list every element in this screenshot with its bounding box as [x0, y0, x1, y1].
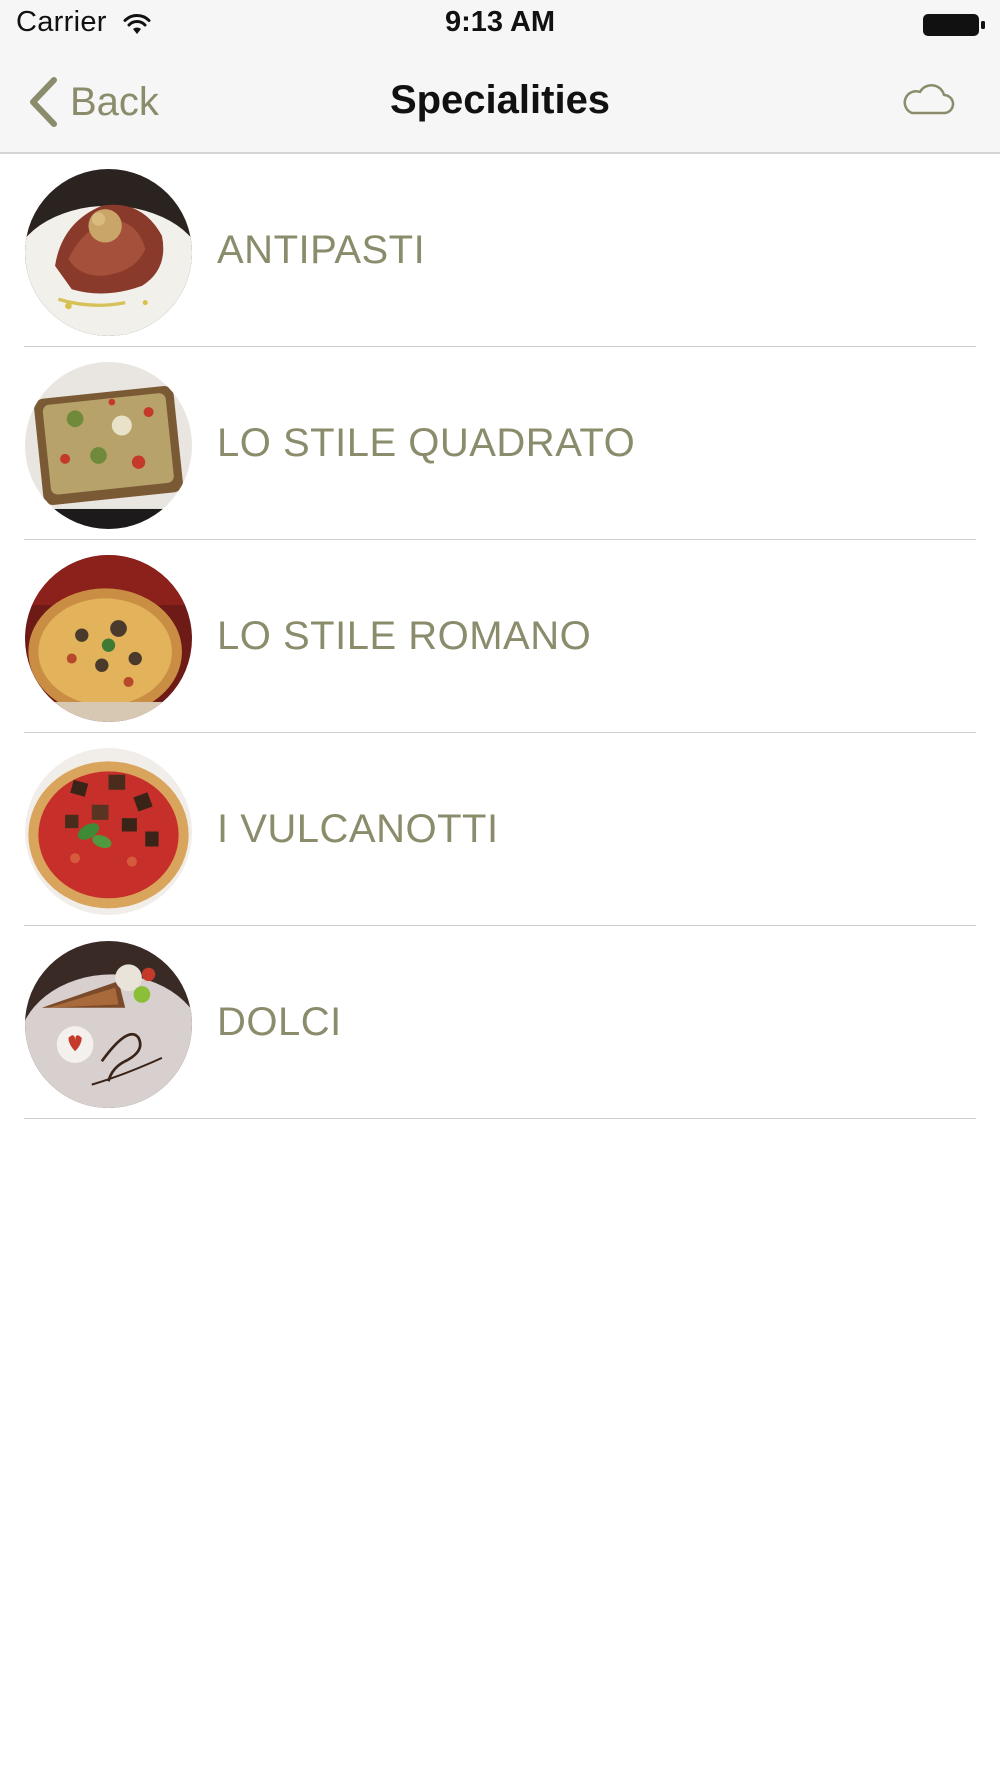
navigation-bar: Back Specialities [0, 50, 1000, 154]
cloud-icon[interactable] [900, 80, 956, 120]
list-item-dolci[interactable]: DOLCI [0, 926, 1000, 1119]
antipasti-photo [25, 169, 192, 336]
list-item-antipasti[interactable]: ANTIPASTI [0, 154, 1000, 347]
square-pizza-photo [25, 362, 192, 529]
category-label: I VULCANOTTI [217, 807, 499, 851]
list-item-i-vulcanotti[interactable]: I VULCANOTTI [0, 733, 1000, 926]
category-label: LO STILE ROMANO [217, 614, 592, 658]
status-bar: Carrier 9:13 AM [0, 0, 1000, 50]
roman-pizza-photo [25, 555, 192, 722]
app-screen: Carrier 9:13 AM Back Specialities ANTIPA… [0, 0, 1000, 1778]
battery-full-icon [923, 14, 985, 36]
top-bar: Carrier 9:13 AM Back Specialities [0, 0, 1000, 154]
vulcanotti-pizza-photo [25, 748, 192, 915]
category-label: LO STILE QUADRATO [217, 421, 636, 465]
category-label: DOLCI [217, 1000, 342, 1044]
list-item-lo-stile-romano[interactable]: LO STILE ROMANO [0, 540, 1000, 733]
status-time: 9:13 AM [444, 6, 556, 38]
category-label: ANTIPASTI [217, 228, 426, 272]
dessert-photo [25, 941, 192, 1108]
list-item-lo-stile-quadrato[interactable]: LO STILE QUADRATO [0, 347, 1000, 540]
page-title: Specialities [389, 78, 611, 122]
specialities-list: ANTIPASTI LO STILE QUADRATO LO STILE ROM… [0, 154, 1000, 1119]
